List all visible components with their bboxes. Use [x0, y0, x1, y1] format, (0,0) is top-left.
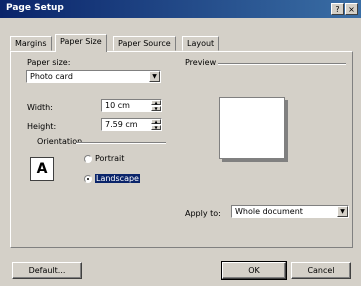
- window-title: Page Setup: [6, 3, 64, 13]
- landscape-radio[interactable]: [84, 175, 92, 183]
- tab-paper-size[interactable]: Paper Size: [55, 34, 107, 52]
- tab-layout[interactable]: Layout: [182, 36, 220, 51]
- landscape-orientation-icon: A: [30, 157, 54, 181]
- height-label: Height:: [27, 122, 57, 131]
- paper-size-value: Photo card: [30, 72, 73, 81]
- apply-to-value: Whole document: [235, 207, 303, 216]
- width-label: Width:: [27, 103, 53, 112]
- close-button[interactable]: ×: [345, 3, 358, 15]
- title-bar: Page Setup ? ×: [0, 0, 361, 18]
- paper-size-select[interactable]: Photo card ▼: [26, 70, 161, 83]
- height-spinner[interactable]: ▲ ▼: [151, 119, 161, 130]
- ok-button[interactable]: OK: [221, 261, 287, 280]
- tab-strip: Margins Paper Size Paper Source Layout: [10, 34, 350, 52]
- cancel-button[interactable]: Cancel: [291, 262, 351, 279]
- paper-size-label: Paper size:: [27, 58, 71, 67]
- landscape-label-text: Landscape: [95, 174, 140, 183]
- help-button[interactable]: ?: [331, 3, 344, 15]
- width-spinner[interactable]: ▲ ▼: [151, 100, 161, 111]
- chevron-down-icon[interactable]: ▼: [149, 71, 160, 82]
- tab-margins[interactable]: Margins: [10, 36, 52, 51]
- apply-to-label: Apply to:: [185, 209, 221, 218]
- tab-paper-source[interactable]: Paper Source: [113, 36, 176, 51]
- preview-divider: [218, 63, 346, 64]
- portrait-label[interactable]: Portrait: [95, 154, 124, 163]
- default-button[interactable]: Default...: [12, 262, 82, 279]
- portrait-radio[interactable]: [84, 155, 92, 163]
- width-input[interactable]: 10 cm ▲ ▼: [101, 99, 162, 112]
- orientation-divider: [76, 142, 166, 143]
- preview-page: [219, 97, 285, 159]
- preview-label: Preview: [185, 58, 217, 67]
- landscape-label[interactable]: Landscape: [95, 174, 140, 183]
- height-value: 7.59 cm: [105, 120, 138, 129]
- height-input[interactable]: 7.59 cm ▲ ▼: [101, 118, 162, 131]
- width-value: 10 cm: [105, 101, 130, 110]
- apply-to-select[interactable]: Whole document ▼: [231, 205, 349, 218]
- chevron-down-icon[interactable]: ▼: [337, 206, 348, 217]
